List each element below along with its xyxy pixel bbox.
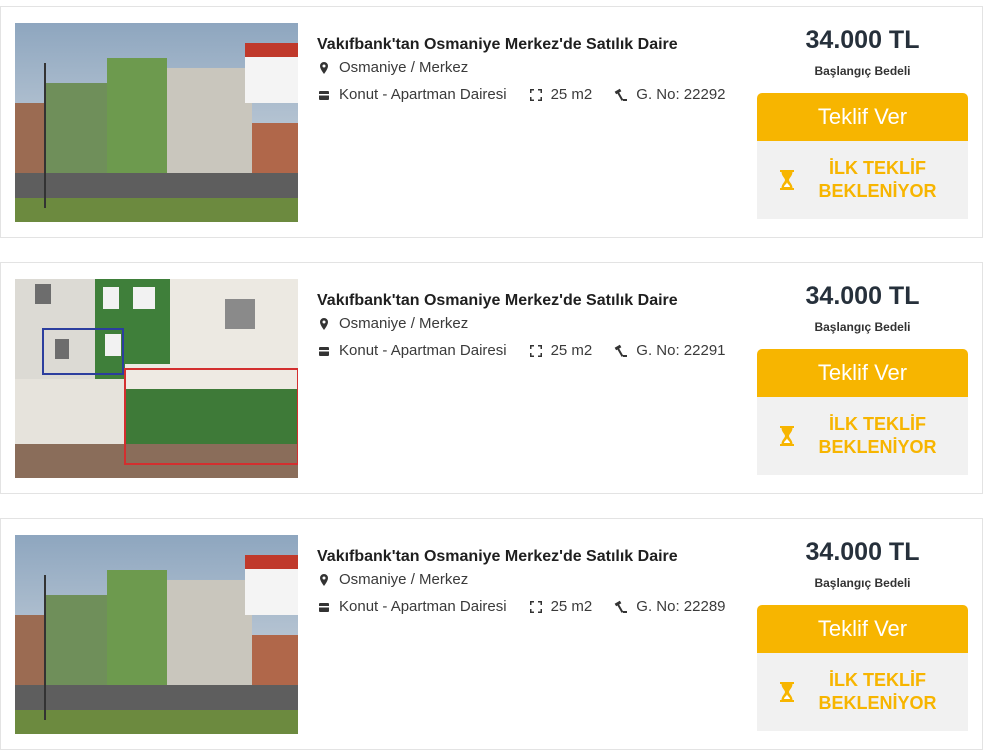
status-panel: İLK TEKLİF BEKLENİYOR	[757, 653, 968, 731]
status-line2: BEKLENİYOR	[818, 693, 937, 713]
details-row: Konut - Apartman Dairesi 25 m2 G. No: 22…	[317, 598, 748, 615]
listing-card[interactable]: Vakıfbank'tan Osmaniye Merkez'de Satılık…	[0, 518, 983, 750]
location: Osmaniye / Merkez	[317, 315, 468, 332]
hourglass-icon	[779, 426, 794, 446]
location-text: Osmaniye / Merkez	[339, 571, 469, 588]
map-pin-icon	[320, 317, 328, 330]
area: 25 m2	[529, 598, 593, 615]
area-text: 25 m2	[550, 86, 593, 103]
location: Osmaniye / Merkez	[317, 59, 468, 76]
category: Konut - Apartman Dairesi	[317, 86, 507, 103]
price-label: Başlangıç Bedeli	[814, 64, 911, 78]
status-text: İLK TEKLİF BEKLENİYOR	[808, 157, 948, 203]
price: 34.000 TL	[805, 538, 920, 566]
gno: G. No: 22291	[614, 342, 726, 359]
area-icon	[529, 600, 542, 613]
offer-button[interactable]: Teklif Ver	[757, 93, 968, 141]
hourglass-icon	[779, 682, 794, 702]
location-row: Osmaniye / Merkez	[317, 315, 490, 332]
category-text: Konut - Apartman Dairesi	[339, 342, 507, 359]
details-row: Konut - Apartman Dairesi 25 m2 G. No: 22…	[317, 86, 748, 103]
price-label: Başlangıç Bedeli	[814, 576, 911, 590]
status-line1: İLK TEKLİF	[829, 670, 926, 690]
category-text: Konut - Apartman Dairesi	[339, 598, 507, 615]
category: Konut - Apartman Dairesi	[317, 598, 507, 615]
area-text: 25 m2	[550, 342, 593, 359]
area-icon	[529, 88, 542, 101]
price: 34.000 TL	[805, 26, 920, 54]
category-text: Konut - Apartman Dairesi	[339, 86, 507, 103]
area: 25 m2	[529, 342, 593, 359]
listing-title[interactable]: Vakıfbank'tan Osmaniye Merkez'de Satılık…	[317, 36, 678, 54]
status-panel: İLK TEKLİF BEKLENİYOR	[757, 397, 968, 475]
price-label: Başlangıç Bedeli	[814, 320, 911, 334]
area: 25 m2	[529, 86, 593, 103]
status-text: İLK TEKLİF BEKLENİYOR	[808, 413, 948, 459]
location-row: Osmaniye / Merkez	[317, 571, 490, 588]
gno-text: G. No: 22292	[636, 86, 726, 103]
location-row: Osmaniye / Merkez	[317, 59, 490, 76]
status-text: İLK TEKLİF BEKLENİYOR	[808, 669, 948, 715]
map-pin-icon	[320, 573, 328, 586]
hammer-icon	[614, 600, 628, 613]
status-panel: İLK TEKLİF BEKLENİYOR	[757, 141, 968, 219]
gno-text: G. No: 22291	[636, 342, 726, 359]
listing-photo[interactable]	[15, 23, 298, 222]
area-icon	[529, 344, 542, 357]
listing-card[interactable]: Vakıfbank'tan Osmaniye Merkez'de Satılık…	[0, 6, 983, 238]
location-text: Osmaniye / Merkez	[339, 315, 469, 332]
hourglass-icon	[779, 170, 794, 190]
gno: G. No: 22289	[614, 598, 726, 615]
gno-text: G. No: 22289	[636, 598, 726, 615]
area-text: 25 m2	[550, 598, 593, 615]
status-line2: BEKLENİYOR	[818, 181, 937, 201]
listing-title[interactable]: Vakıfbank'tan Osmaniye Merkez'de Satılık…	[317, 292, 678, 310]
price: 34.000 TL	[805, 282, 920, 310]
details-row: Konut - Apartman Dairesi 25 m2 G. No: 22…	[317, 342, 748, 359]
offer-button[interactable]: Teklif Ver	[757, 349, 968, 397]
location-text: Osmaniye / Merkez	[339, 59, 469, 76]
listing-card[interactable]: Vakıfbank'tan Osmaniye Merkez'de Satılık…	[0, 262, 983, 494]
hammer-icon	[614, 344, 628, 357]
status-line2: BEKLENİYOR	[818, 437, 937, 457]
status-line1: İLK TEKLİF	[829, 158, 926, 178]
category: Konut - Apartman Dairesi	[317, 342, 507, 359]
building-icon	[319, 346, 329, 356]
hammer-icon	[614, 88, 628, 101]
status-line1: İLK TEKLİF	[829, 414, 926, 434]
location: Osmaniye / Merkez	[317, 571, 468, 588]
listing-photo[interactable]	[15, 279, 298, 478]
gno: G. No: 22292	[614, 86, 726, 103]
building-icon	[319, 602, 329, 612]
offer-button[interactable]: Teklif Ver	[757, 605, 968, 653]
map-pin-icon	[320, 61, 328, 74]
listing-title[interactable]: Vakıfbank'tan Osmaniye Merkez'de Satılık…	[317, 548, 678, 566]
listing-photo[interactable]	[15, 535, 298, 734]
building-icon	[319, 90, 329, 100]
